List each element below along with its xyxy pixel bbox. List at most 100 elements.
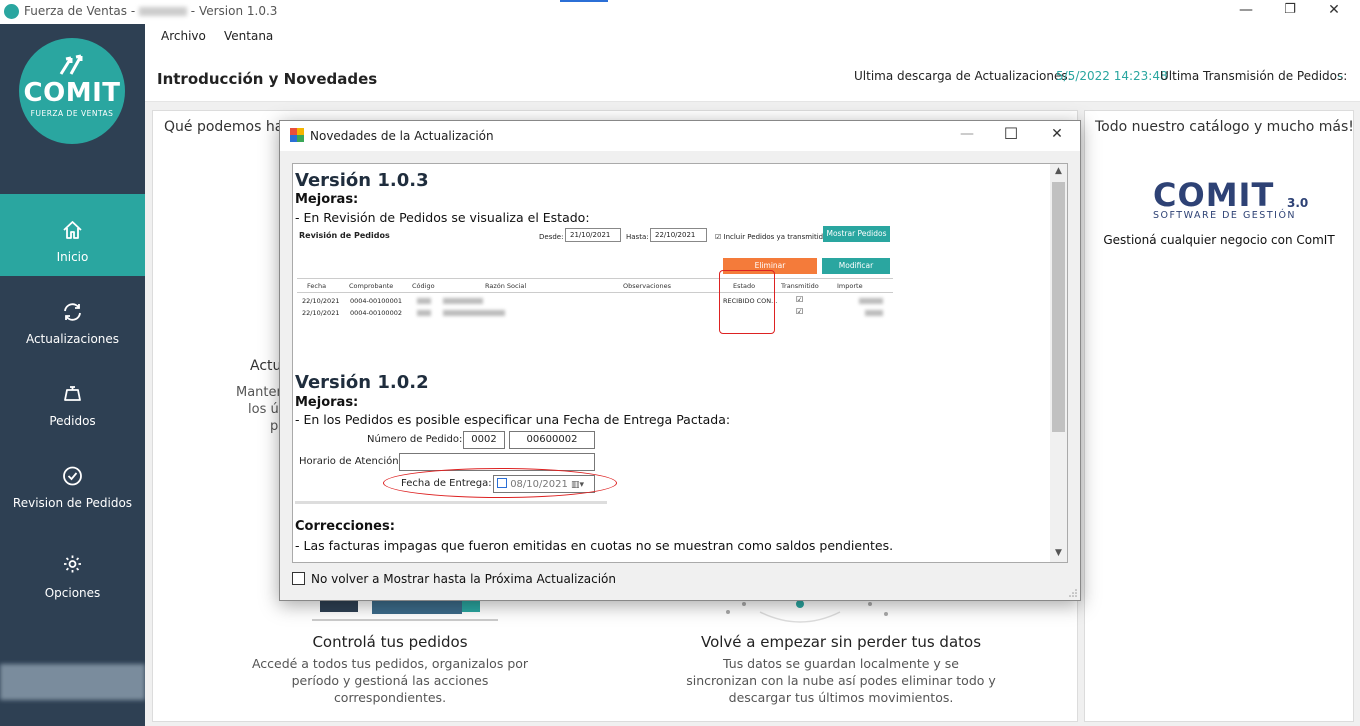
scroll-down-icon[interactable]: ▼ [1050,548,1067,558]
shot1-row2-fecha: 22/10/2021 [302,309,340,317]
menu-archivo[interactable]: Archivo [161,29,206,43]
refresh-icon [64,303,81,321]
gear-icon [64,555,81,573]
shot1-row1-fecha: 22/10/2021 [302,297,340,305]
window-maximize-button[interactable]: ❐ [1270,2,1310,22]
nav-label: Revision de Pedidos [12,496,133,510]
shot1-table: Fecha Comprobante Código Razón Social Ob… [297,278,893,334]
fecha-entrega-screenshot: Número de Pedido: 0002 00600002 Horario … [295,430,617,504]
no-mostrar-label: No volver a Mostrar hasta la Próxima Act… [311,572,617,586]
shot1-hasta-field: 22/10/2021 [650,228,707,242]
revision-pedidos-screenshot: Revisión de Pedidos Desde: 21/10/2021 Ha… [295,226,893,334]
shot1-incluir-checkbox: ☑ Incluir Pedidos ya transmitidos [715,233,832,241]
shot1-incluir-label: Incluir Pedidos ya transmitidos [723,233,832,241]
comit-logo: COMIT FUERZA DE VENTAS [19,38,125,144]
comit30-subtitle: SOFTWARE DE GESTIÓN [1153,210,1297,221]
nav-label: Inicio [56,250,89,264]
shot1-col-observaciones: Observaciones [623,282,671,290]
shot2-numero-pv: 0002 [463,431,505,449]
window-title: Fuerza de Ventas - - Version 1.0.3 [24,4,277,18]
window-minimize-button[interactable]: — [1226,2,1266,22]
window-app-icon [290,128,304,142]
version-103-title: Versión 1.0.3 [295,170,429,191]
version-103-mejoras: Mejoras: [295,192,359,207]
window-title-suffix: - Version 1.0.3 [186,4,278,18]
feature-orders-desc: Accedé a todos tus pedidos, organizalos … [251,656,529,705]
window-title-blurred-user [138,7,187,16]
feature-partial-line-1: Manten [236,385,285,400]
shot1-blurred-cell [865,310,883,316]
sync-illustration [726,600,888,623]
menu-ventana[interactable]: Ventana [224,29,273,43]
shot1-blurred-cell [417,298,431,304]
no-mostrar-checkbox[interactable]: No volver a Mostrar hasta la Próxima Act… [292,572,616,586]
correcciones-item: - Las facturas impagas que fueron emitid… [295,538,894,553]
release-notes-scrollbar[interactable]: ▲ ▼ [1050,164,1067,562]
menu-bar: Archivo Ventana [145,24,1360,48]
last-download-value: 5/5/2022 14:23:48 [1056,69,1168,83]
feature-partial-line-3: p [270,419,279,434]
correcciones-title: Correcciones: [295,519,395,534]
fecha-entrega-highlight [383,468,617,498]
shot1-row1-comprobante: 0004-00100001 [350,297,402,305]
shot1-col-transmitido: Transmitido [781,282,819,290]
dialog-title: Novedades de la Actualización [310,129,494,143]
shot1-row2-comprobante: 0004-00100002 [350,309,402,317]
nav-item-opciones[interactable]: Opciones [0,528,145,610]
last-transmission-label: Ultima Transmisión de Pedidos: [1160,69,1348,83]
version-102-item: - En los Pedidos es posible especificar … [295,412,731,427]
dialog-maximize-button[interactable]: ☐ [996,124,1026,144]
shot1-row2-transmitido-check: ☑ [796,307,804,316]
dialog-titlebar: Novedades de la Actualización — ☐ ✕ [280,121,1080,151]
comit30-logo-text: COMIT [1153,176,1275,214]
feature-partial-line-2: los úl [248,402,283,417]
last-download-label: Ultima descarga de Actualizaciones: [854,69,1072,83]
shot1-col-razon-social: Razón Social [485,282,527,290]
shot1-modificar-button: Modificar [822,258,890,274]
feature-partial-title: Actu [250,358,282,374]
comit30-version: 3.0 [1287,196,1309,210]
shot1-col-comprobante: Comprobante [349,282,394,290]
logo-arrows-icon [59,54,83,75]
release-notes-textbox[interactable]: Versión 1.0.3 Mejoras: - En Revisión de … [292,163,1068,563]
no-mostrar-checkbox-box[interactable] [292,572,305,585]
version-103-item: - En Revisión de Pedidos se visualiza el… [295,210,590,225]
shot1-blurred-cell [443,310,505,316]
taskbar-progress-indicator [560,0,608,2]
check-circle-icon [63,466,82,486]
resize-grip-icon[interactable] [1068,588,1078,598]
shot1-desde-label: Desde: [539,233,564,241]
estado-highlight [719,270,775,334]
orders-illustration [312,600,498,621]
nav-label: Pedidos [49,414,96,428]
page-title: Introducción y Novedades [157,70,378,88]
version-102-mejoras: Mejoras: [295,395,359,410]
shot1-mostrar-button: Mostrar Pedidos [823,226,890,242]
logo-subtext: FUERZA DE VENTAS [30,109,114,118]
shot1-hasta-label: Hasta: [626,233,649,241]
nav-item-pedidos[interactable]: Pedidos [0,358,145,440]
version-102-title: Versión 1.0.2 [295,372,429,393]
nav-item-inicio[interactable]: Inicio [0,194,145,276]
dialog-close-button[interactable]: ✕ [1042,126,1072,146]
nav-item-revision-pedidos[interactable]: Revision de Pedidos [0,440,145,522]
features-heading: Qué podemos ha [164,119,284,135]
logo-text: COMIT [23,78,121,108]
shot1-col-codigo: Código [412,282,435,290]
last-transmission-value: - [1338,69,1343,83]
shot1-col-fecha: Fecha [307,282,327,290]
shot1-blurred-cell [417,310,431,316]
dialog-minimize-button[interactable]: — [952,126,982,146]
comit30-tagline: Gestioná cualquier negocio con ComIT [1103,233,1335,247]
nav-item-actualizaciones[interactable]: Actualizaciones [0,276,145,358]
app-icon [4,4,19,19]
shot1-title: Revisión de Pedidos [299,231,390,240]
novedades-dialog: Novedades de la Actualización — ☐ ✕ Vers… [279,120,1081,601]
shot2-horario-label: Horario de Atención: [299,456,402,467]
shot1-row1-transmitido-check: ☑ [796,295,804,304]
scroll-up-icon[interactable]: ▲ [1050,166,1067,176]
window-close-button[interactable]: ✕ [1314,2,1354,22]
scroll-thumb[interactable] [1052,182,1065,432]
home-icon [63,221,82,239]
shot2-numero-label: Número de Pedido: [367,434,463,445]
